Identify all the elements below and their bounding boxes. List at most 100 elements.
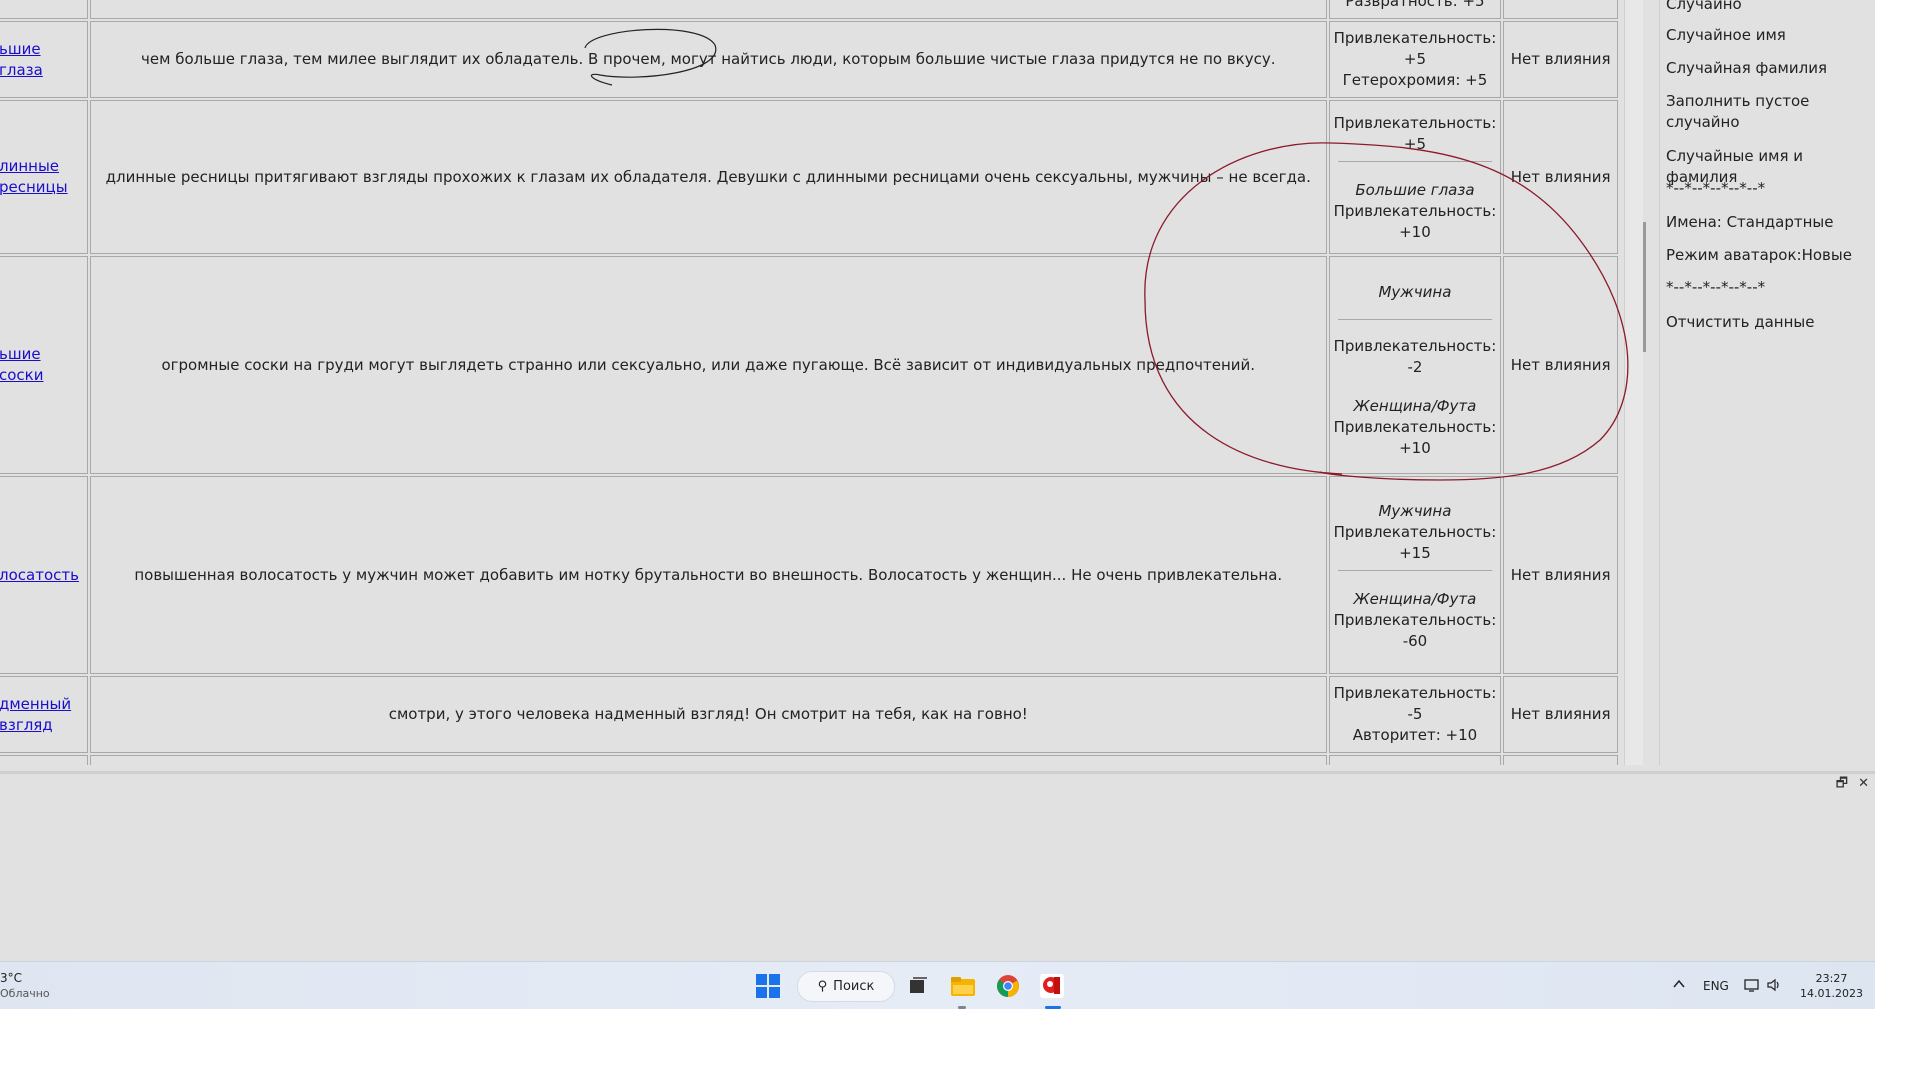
taskbar: 3°C Облачно ⚲ Поиск ENG 23:27 14.01.2023 — [0, 961, 1875, 1009]
scrollbar-thumb[interactable] — [1643, 222, 1646, 352]
effect-block: Привлекательность: -5 Авторитет: +10 — [1330, 677, 1501, 752]
trait-name-cell: ьшие глаза — [0, 21, 88, 98]
trait-name-line: ьшие глаза — [0, 39, 43, 79]
game-app-icon[interactable] — [1040, 974, 1064, 998]
effect-value: Привлекательность: +10 — [1333, 417, 1497, 457]
effect-block: Развратность: +5 — [1330, 0, 1501, 18]
trait-name-cell: ьшие соски — [0, 256, 88, 474]
effect-value: Привлекательность: -2 — [1333, 336, 1497, 376]
effect-condition-label: Женщина/Фута — [1353, 589, 1477, 608]
trait-name-line: взгляд — [0, 715, 53, 734]
effect-value: Спортивность: -25 — [1334, 765, 1497, 766]
task-view-icon[interactable] — [906, 974, 930, 998]
trait-row: линные ресницы длинные ресницы притягивают… — [0, 100, 1618, 254]
effect-block: Привлекательность: -2 — [1330, 320, 1501, 390]
language-indicator[interactable]: ENG — [1703, 979, 1729, 993]
explorer-running-indicator — [958, 1006, 966, 1009]
effect-value: Привлекательность: +5 — [1333, 114, 1497, 153]
trait-description: повышенная волосатость у мужчин может до… — [89, 476, 1327, 674]
effect-block: Мужчина — [1330, 266, 1501, 319]
clock-date: 14.01.2023 — [1800, 987, 1863, 1000]
trait-description: огромные соски на груди могут выглядеть … — [89, 256, 1327, 474]
trait-name-link[interactable]: ьшие глаза — [0, 39, 83, 81]
windows-start-icon[interactable] — [756, 974, 780, 998]
trait-influence: Нет влияния — [1503, 21, 1618, 98]
traits-table-viewport: Развратность: +5 ьшие глаза чем больше гла… — [0, 0, 1624, 765]
trait-name-cell: лосатость — [0, 476, 88, 674]
trait-row: Спортивность: -25 — [0, 755, 1618, 765]
right-menu-panel: Случайно Случайное имя Случайная фамилия… — [1659, 0, 1875, 765]
effect-block: Женщина/Фута Привлекательность: -60 — [1330, 571, 1501, 656]
menu-item-names-mode[interactable]: Имена: Стандартные — [1666, 212, 1871, 233]
effect-condition-label: Женщина/Фута — [1353, 396, 1477, 415]
trait-effects-cell: Спортивность: -25 — [1328, 755, 1502, 766]
effect-block: Женщина/Фута Привлекательность: +10 — [1330, 390, 1501, 465]
trait-description: длинные ресницы притягивают взгляды прох… — [89, 100, 1327, 254]
trait-effects-cell: Привлекательность: +5 Большие глаза Привле… — [1328, 100, 1502, 254]
trait-influence: Нет влияния — [1503, 256, 1618, 474]
speaker-icon[interactable] — [1766, 978, 1782, 995]
trait-name-line: лосатость — [0, 565, 79, 584]
menu-separator: *--*--*--*--*--* — [1666, 179, 1766, 197]
effect-value: Привлекательность: -60 — [1333, 610, 1497, 650]
trait-row: Развратность: +5 — [0, 0, 1618, 19]
chevron-up-icon[interactable] — [1672, 978, 1686, 993]
panel-controls: 🗗 ✕ — [1830, 774, 1869, 796]
trait-name-link[interactable]: ьшие соски — [0, 344, 83, 386]
trait-influence: Нет влияния — [1503, 676, 1618, 753]
trait-influence: Нет влияния — [1503, 100, 1618, 254]
chrome-icon[interactable] — [996, 974, 1020, 998]
trait-row: ьшие соски огромные соски на груди могут … — [0, 256, 1618, 474]
taskbar-search-button[interactable]: ⚲ Поиск — [797, 971, 895, 1002]
effect-block: Большие глаза Привлекательность: +10 — [1330, 162, 1501, 247]
trait-description — [89, 755, 1327, 765]
taskbar-clock[interactable]: 23:27 14.01.2023 — [1800, 971, 1863, 1001]
weather-widget[interactable]: 3°C Облачно — [0, 971, 50, 1001]
effect-value: Привлекательность: +15 — [1333, 522, 1497, 562]
trait-influence: Нет влияния — [1503, 476, 1618, 674]
trait-name-line: дменный — [0, 694, 72, 713]
effect-block: Спортивность: -25 — [1330, 759, 1501, 766]
search-label: Поиск — [833, 979, 875, 994]
restore-icon[interactable]: 🗗 — [1836, 776, 1848, 791]
trait-effects-cell: Мужчина Привлекательность: -2 Женщина/Фута… — [1328, 256, 1502, 474]
trait-name-line: линные — [0, 157, 60, 175]
trait-influence — [1503, 0, 1618, 19]
effect-value: Привлекательность: -5 — [1333, 684, 1497, 723]
vertical-scrollbar[interactable] — [1624, 0, 1643, 765]
effect-condition-label: Мужчина — [1378, 501, 1452, 520]
trait-effects-cell: Мужчина Привлекательность: +15 Женщина/Фут… — [1328, 476, 1502, 674]
menu-item-clear-data[interactable]: Отчистить данные — [1666, 312, 1871, 333]
network-icon[interactable] — [1744, 978, 1760, 995]
weather-temperature: 3°C — [0, 971, 23, 985]
close-icon[interactable]: ✕ — [1858, 776, 1869, 791]
trait-name-link[interactable]: линные ресницы — [0, 156, 83, 198]
menu-item-fill-empty-random[interactable]: Заполнить пустое случайно — [1666, 91, 1871, 133]
menu-item-random-name[interactable]: Случайное имя — [1666, 25, 1871, 46]
trait-row: дменный взгляд смотри, у этого человека на… — [0, 676, 1618, 753]
trait-name-cell: линные ресницы — [0, 100, 88, 254]
trait-row: лосатость повышенная волосатость у мужчин… — [0, 476, 1618, 674]
trait-row: ьшие глаза чем больше глаза, тем милее вы… — [0, 21, 1618, 98]
effect-condition-label: Большие глаза — [1355, 181, 1475, 199]
trait-influence — [1503, 755, 1618, 765]
game-window: Развратность: +5 ьшие глаза чем больше гла… — [0, 0, 1875, 1009]
menu-separator: *--*--*--*--*--* — [1666, 278, 1766, 296]
clock-time: 23:27 — [1815, 972, 1848, 985]
menu-item-random-surname[interactable]: Случайная фамилия — [1666, 58, 1871, 79]
weather-condition: Облачно — [0, 987, 50, 1000]
trait-name-cell: дменный взгляд — [0, 676, 88, 753]
menu-item-avatar-mode[interactable]: Режим аватарок:Новые — [1666, 245, 1871, 266]
file-explorer-icon[interactable] — [950, 974, 975, 998]
trait-description — [89, 0, 1327, 19]
trait-name-link[interactable]: дменный взгляд — [0, 694, 83, 736]
trait-name-cell — [0, 0, 88, 19]
trait-description: смотри, у этого человека надменный взгля… — [89, 676, 1327, 753]
effect-value: Авторитет: +10 — [1352, 726, 1478, 744]
trait-effects-cell: Привлекательность: -5 Авторитет: +10 — [1328, 676, 1502, 753]
menu-item-random[interactable]: Случайно — [1666, 0, 1871, 15]
effect-value: Привлекательность: +10 — [1333, 202, 1497, 241]
trait-description: чем больше глаза, тем милее выглядит их … — [89, 21, 1327, 98]
trait-name-link[interactable]: лосатость — [0, 565, 83, 586]
effect-block: Привлекательность: +5 Гетерохромия: +5 — [1330, 22, 1501, 97]
